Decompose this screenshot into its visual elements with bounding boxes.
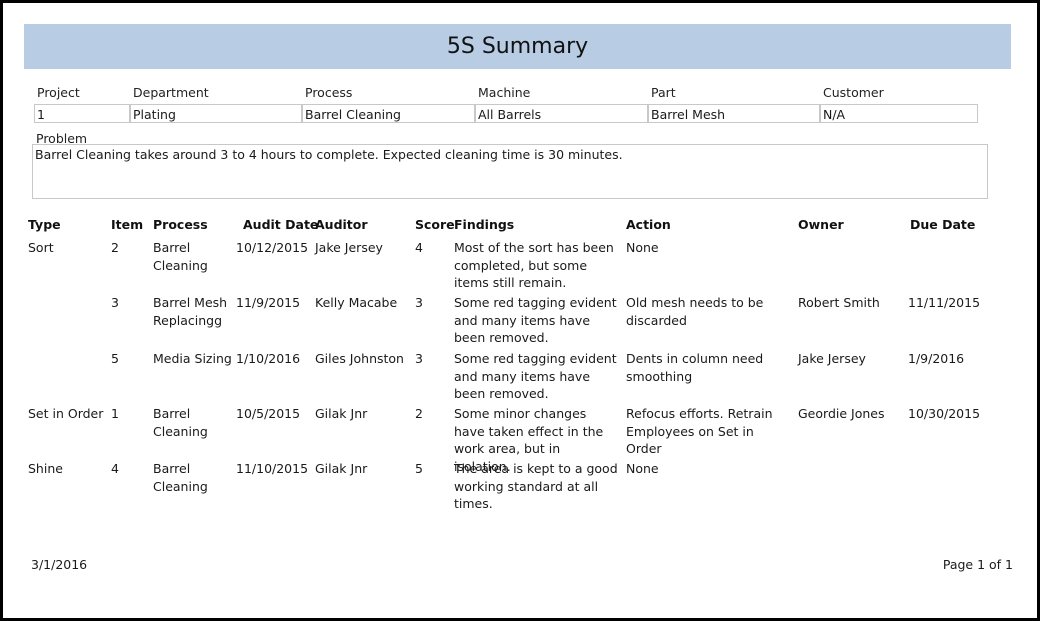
cell-item: 1 xyxy=(111,406,119,421)
cell-findings: Some red tagging evident and many items … xyxy=(454,295,617,345)
cell-auditor: Giles Johnston xyxy=(315,351,404,366)
footer-date: 3/1/2016 xyxy=(31,557,88,572)
cell-score: 5 xyxy=(415,461,423,476)
col-header-findings: Findings xyxy=(454,217,515,232)
cell-auditor: Gilak Jnr xyxy=(315,461,368,476)
cell-score: 3 xyxy=(415,351,423,366)
label-machine: Machine xyxy=(478,85,531,100)
footer-page-number: Page 1 of 1 xyxy=(942,557,1013,572)
cell-process: Barrel Cleaning xyxy=(153,240,208,273)
cell-action: None xyxy=(626,461,659,476)
cell-action: None xyxy=(626,240,659,255)
value-department: Plating xyxy=(130,104,302,123)
label-process: Process xyxy=(305,85,353,100)
cell-action: Refocus efforts. Retrain Employees on Se… xyxy=(626,406,773,456)
cell-item: 2 xyxy=(111,240,119,255)
problem-text: Barrel Cleaning takes around 3 to 4 hour… xyxy=(32,144,988,199)
cell-due-date: 1/9/2016 xyxy=(908,351,965,366)
cell-audit-date: 1/10/2016 xyxy=(236,351,301,366)
label-part: Part xyxy=(651,85,676,100)
col-header-type: Type xyxy=(28,217,61,232)
col-header-action: Action xyxy=(626,217,671,232)
value-process: Barrel Cleaning xyxy=(302,104,475,123)
cell-owner: Geordie Jones xyxy=(798,406,885,421)
cell-score: 2 xyxy=(415,406,423,421)
cell-item: 4 xyxy=(111,461,119,476)
cell-findings: The area is kept to a good working stand… xyxy=(454,461,618,511)
cell-due-date: 11/11/2015 xyxy=(908,295,981,310)
cell-score: 3 xyxy=(415,295,423,310)
cell-action: Dents in column need smoothing xyxy=(626,351,764,384)
cell-owner: Jake Jersey xyxy=(798,351,866,366)
value-project: 1 xyxy=(34,104,130,123)
cell-auditor: Jake Jersey xyxy=(315,240,383,255)
cell-action: Old mesh needs to be discarded xyxy=(626,295,764,328)
col-header-item: Item xyxy=(111,217,144,232)
col-header-auditor: Auditor xyxy=(315,217,368,232)
cell-process: Barrel Mesh Replacingg xyxy=(153,295,228,328)
cell-findings: Most of the sort has been completed, but… xyxy=(454,240,614,290)
label-department: Department xyxy=(133,85,209,100)
cell-audit-date: 11/9/2015 xyxy=(236,295,301,310)
cell-auditor: Gilak Jnr xyxy=(315,406,368,421)
cell-audit-date: 11/10/2015 xyxy=(236,461,309,476)
cell-due-date: 10/30/2015 xyxy=(908,406,981,421)
value-customer: N/A xyxy=(820,104,978,123)
cell-audit-date: 10/12/2015 xyxy=(236,240,309,255)
col-header-audit-date: Audit Date xyxy=(243,217,319,232)
cell-audit-date: 10/5/2015 xyxy=(236,406,301,421)
cell-score: 4 xyxy=(415,240,423,255)
col-header-process: Process xyxy=(153,217,208,232)
cell-item: 5 xyxy=(111,351,119,366)
cell-item: 3 xyxy=(111,295,119,310)
cell-process: Media Sizing xyxy=(153,351,232,366)
report-title: 5S Summary xyxy=(24,24,1011,69)
cell-type: Sort xyxy=(28,240,54,255)
col-header-owner: Owner xyxy=(798,217,844,232)
cell-findings: Some red tagging evident and many items … xyxy=(454,351,617,401)
value-machine: All Barrels xyxy=(475,104,648,123)
cell-process: Barrel Cleaning xyxy=(153,461,208,494)
cell-type: Shine xyxy=(28,461,63,476)
col-header-due-date: Due Date xyxy=(910,217,976,232)
cell-type: Set in Order xyxy=(28,406,104,421)
label-project: Project xyxy=(37,85,80,100)
col-header-score: Score xyxy=(415,217,455,232)
cell-process: Barrel Cleaning xyxy=(153,406,208,439)
value-part: Barrel Mesh xyxy=(648,104,820,123)
cell-auditor: Kelly Macabe xyxy=(315,295,398,310)
label-customer: Customer xyxy=(823,85,884,100)
cell-owner: Robert Smith xyxy=(798,295,880,310)
